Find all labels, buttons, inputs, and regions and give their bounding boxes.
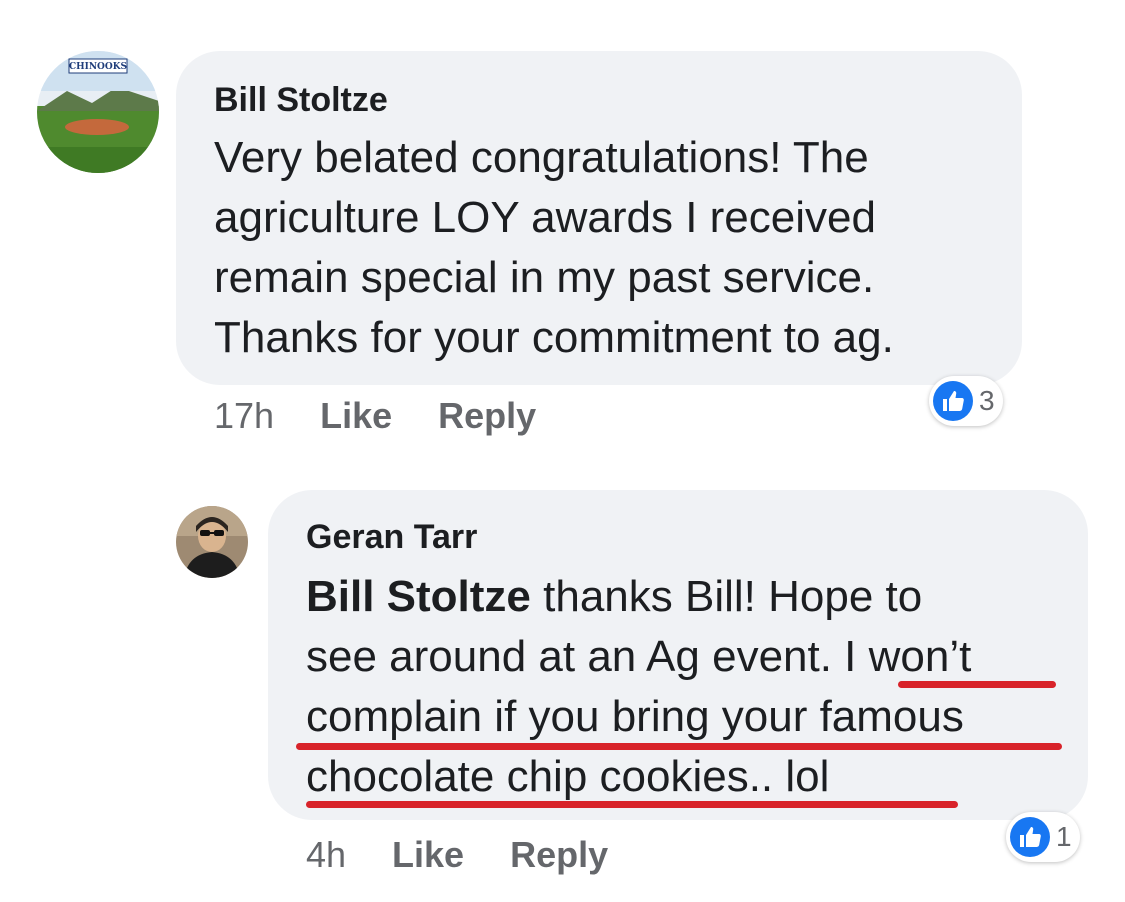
red-underline-annotation <box>306 801 958 808</box>
thumbs-up-icon <box>933 381 973 421</box>
like-button[interactable]: Like <box>392 834 464 875</box>
reply-button[interactable]: Reply <box>510 834 608 875</box>
avatar-geran-tarr[interactable] <box>176 506 248 578</box>
red-underline-annotation <box>296 743 1062 750</box>
comment-text-line: complain if you bring your famous <box>306 692 964 741</box>
comment-text-fragment: thanks Bill! Hope to <box>530 572 923 621</box>
red-underline-annotation <box>898 681 1056 688</box>
comment-actions-2: 4h Like Reply <box>306 834 608 876</box>
comment-timestamp[interactable]: 4h <box>306 834 346 875</box>
comment-text-line: chocolate chip cookies.. lol <box>306 752 830 801</box>
comment-text-line: see around at an Ag event. I won’t <box>306 632 972 681</box>
avatar-bill-stoltze[interactable]: CHINOOKS <box>37 51 159 173</box>
mention-link[interactable]: Bill Stoltze <box>306 572 531 621</box>
comment-text-line: remain special in my past service. <box>214 253 875 302</box>
thumbs-up-icon <box>1010 817 1050 857</box>
comment-text-line: Very belated congratulations! The <box>214 133 869 182</box>
comment-text-line: Bill Stoltze thanks Bill! Hope to <box>306 572 922 622</box>
comment-text-line: agriculture LOY awards I received <box>214 193 876 242</box>
reaction-summary-2[interactable]: 1 <box>1006 812 1080 862</box>
reaction-summary-1[interactable]: 3 <box>929 376 1003 426</box>
comment-author-1[interactable]: Bill Stoltze <box>214 81 388 120</box>
comment-timestamp[interactable]: 17h <box>214 395 274 436</box>
comment-author-2[interactable]: Geran Tarr <box>306 518 477 557</box>
like-button[interactable]: Like <box>320 395 392 436</box>
reaction-count: 1 <box>1056 821 1072 852</box>
reaction-count: 3 <box>979 385 995 416</box>
comment-actions-1: 17h Like Reply <box>214 395 536 437</box>
avatar-logo-text: CHINOOKS <box>69 62 127 72</box>
comment-text-line: Thanks for your commitment to ag. <box>214 313 894 362</box>
reply-button[interactable]: Reply <box>438 395 536 436</box>
